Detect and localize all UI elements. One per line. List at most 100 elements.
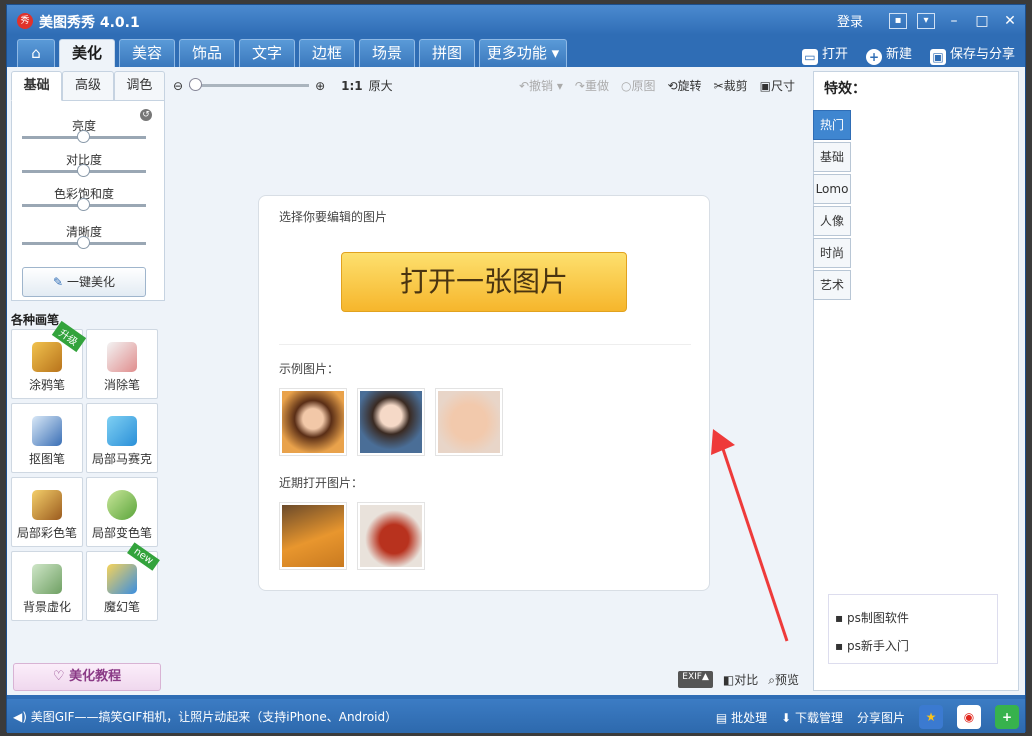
login-link[interactable]: 登录: [837, 11, 863, 30]
brightness-slider[interactable]: [22, 130, 146, 143]
recent-thumb[interactable]: [357, 502, 425, 570]
example-thumb[interactable]: [357, 388, 425, 456]
compare-icon: ◧: [722, 673, 735, 687]
sharpness-knob[interactable]: [77, 236, 90, 249]
example-thumb[interactable]: [435, 388, 503, 456]
examples-heading: 示例图片：: [279, 362, 340, 376]
brush-label: 抠图笔: [28, 452, 65, 466]
saturation-slider[interactable]: [22, 198, 146, 211]
crop-button[interactable]: ✂裁剪: [714, 77, 748, 94]
weibo-icon[interactable]: ◉: [957, 705, 981, 729]
message-icon[interactable]: ▪: [889, 12, 907, 29]
exif-button[interactable]: EXIF▲: [678, 671, 713, 688]
tab-more-features[interactable]: 更多功能 ▾: [479, 39, 567, 67]
rotate-button[interactable]: ⟲旋转: [667, 77, 701, 94]
effects-title: 特效：: [824, 81, 866, 97]
preview-button[interactable]: ⌕预览: [768, 671, 799, 688]
mosaic-icon: [107, 416, 137, 446]
zoom-in-icon[interactable]: ⊕: [315, 79, 325, 93]
tutorial-label: 美化教程: [69, 669, 122, 684]
status-marquee[interactable]: ◀) 美图GIF——搞笑GIF相机，让照片动起来（支持iPhone、Androi…: [13, 708, 397, 725]
subtab-basic[interactable]: 基础: [11, 71, 63, 101]
tab-text[interactable]: 文字: [239, 39, 295, 67]
new-button[interactable]: + 新建: [865, 43, 912, 65]
save-share-label: 保存与分享: [949, 47, 1015, 62]
workspace: 基础 高级 调色 ↺ 亮度 对比度 色彩饱和度 清晰度 ✎ 一键美化 各种画笔 …: [7, 67, 1025, 695]
open-image-button[interactable]: 打开一张图片: [341, 252, 627, 312]
original-label: 原图: [631, 79, 656, 93]
brush-eraser[interactable]: 消除笔: [86, 329, 158, 399]
brush-color[interactable]: 局部彩色笔: [11, 477, 83, 547]
download-icon: ⬇: [781, 710, 792, 725]
minimize-button[interactable]: –: [945, 13, 963, 29]
recent-thumb[interactable]: [279, 502, 347, 570]
skin-icon[interactable]: ▾: [917, 12, 935, 29]
tab-collage[interactable]: 拼图: [419, 39, 475, 67]
redo-button[interactable]: ↷重做: [575, 77, 609, 94]
example-thumb[interactable]: [279, 388, 347, 456]
brush-mosaic[interactable]: 局部马赛克: [86, 403, 158, 473]
one-click-beautify-button[interactable]: ✎ 一键美化: [22, 267, 146, 297]
zoom-knob[interactable]: [189, 78, 203, 91]
tab-beautify[interactable]: 美化: [59, 39, 115, 67]
one-click-label: 一键美化: [66, 275, 115, 289]
brush-doodle[interactable]: 涂鸦笔 升级: [11, 320, 87, 399]
wand-icon: ✎: [53, 275, 64, 289]
brush-recolor[interactable]: 局部变色笔: [86, 477, 158, 547]
qzone-star-icon[interactable]: ★: [919, 705, 943, 729]
saturation-knob[interactable]: [77, 198, 90, 211]
maximize-button[interactable]: □: [973, 13, 991, 29]
fx-tab-portrait[interactable]: 人像: [813, 206, 851, 236]
app-logo-icon: 秀: [17, 13, 33, 29]
batch-button[interactable]: ▤ 批处理: [716, 709, 767, 726]
fx-tab-art[interactable]: 艺术: [813, 270, 851, 300]
save-icon: ▣: [929, 49, 946, 65]
download-label: 下载管理: [794, 710, 843, 725]
select-hint: 选择你要编辑的图片: [279, 210, 388, 224]
actual-size-label[interactable]: 原大: [369, 77, 393, 94]
fx-tab-basic[interactable]: 基础: [813, 142, 851, 172]
brushes-heading: 各种画笔: [11, 313, 60, 327]
tab-frame[interactable]: 边框: [299, 39, 355, 67]
fx-tab-hot[interactable]: 热门: [813, 110, 851, 140]
undo-label: 撤销: [529, 79, 554, 93]
ad-link[interactable]: ▪ ps新手入门: [835, 637, 909, 654]
plus-icon: +: [865, 49, 882, 65]
tab-beauty[interactable]: 美容: [119, 39, 175, 67]
actual-size-ratio[interactable]: 1:1: [341, 79, 363, 93]
brush-blur-bg[interactable]: 背景虚化: [11, 551, 83, 621]
save-share-button[interactable]: ▣ 保存与分享: [929, 43, 1015, 65]
annotation-arrow: [711, 429, 789, 642]
tab-scene[interactable]: 场景: [359, 39, 415, 67]
share-label[interactable]: 分享图片: [857, 709, 905, 726]
contrast-knob[interactable]: [77, 164, 90, 177]
status-bar: ◀) 美图GIF——搞笑GIF相机，让照片动起来（支持iPhone、Androi…: [7, 699, 1025, 733]
open-button[interactable]: ▭ 打开: [801, 43, 848, 65]
download-manager-button[interactable]: ⬇ 下载管理: [781, 709, 843, 726]
zoom-out-icon[interactable]: ⊖: [173, 79, 183, 93]
sharpness-slider[interactable]: [22, 236, 146, 249]
brush-magic[interactable]: 魔幻笔 new: [86, 542, 160, 621]
fx-tab-fashion[interactable]: 时尚: [813, 238, 851, 268]
add-icon[interactable]: +: [995, 705, 1019, 729]
open-image-card: 选择你要编辑的图片 打开一张图片 示例图片： 近期打开图片：: [258, 195, 710, 591]
tutorial-button[interactable]: ♡ 美化教程: [13, 663, 161, 691]
brush-cutout[interactable]: 抠图笔: [11, 403, 83, 473]
brightness-knob[interactable]: [77, 130, 90, 143]
compare-button[interactable]: ◧对比: [723, 671, 758, 688]
marquee-text: 美图GIF——搞笑GIF相机，让照片动起来（支持iPhone、Android）: [30, 710, 398, 724]
zoom-slider[interactable]: [189, 78, 310, 91]
ad-link[interactable]: ▪ ps制图软件: [835, 609, 909, 626]
fx-tab-lomo[interactable]: Lomo: [813, 174, 851, 204]
subtab-color[interactable]: 调色: [113, 71, 165, 101]
resize-icon: ▣: [759, 79, 771, 93]
subtab-advanced[interactable]: 高级: [62, 71, 114, 101]
original-button[interactable]: ○原图: [621, 77, 656, 94]
undo-icon: ↶: [518, 79, 530, 93]
undo-button[interactable]: ↶撤销 ▾: [519, 77, 563, 94]
close-button[interactable]: ✕: [1001, 13, 1019, 29]
size-button[interactable]: ▣尺寸: [760, 77, 795, 94]
tab-accessories[interactable]: 饰品: [179, 39, 235, 67]
contrast-slider[interactable]: [22, 164, 146, 177]
home-tab-icon[interactable]: ⌂: [17, 39, 55, 67]
